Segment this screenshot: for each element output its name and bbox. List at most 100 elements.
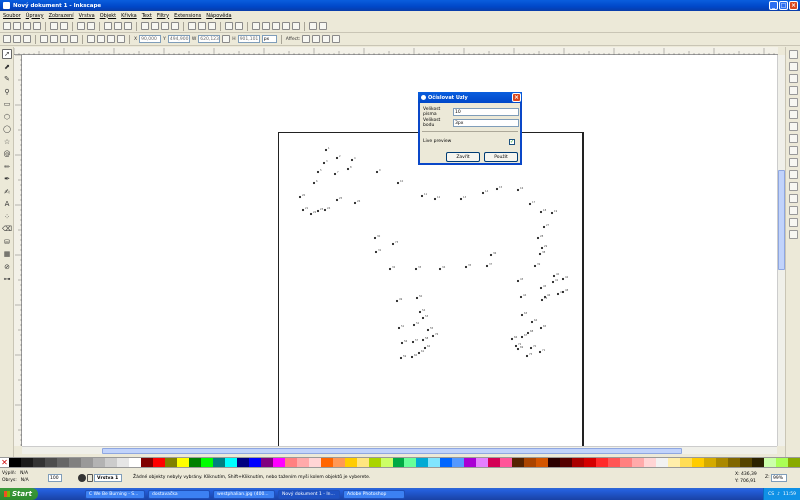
snap-midpoints-icon[interactable] [789, 170, 798, 179]
node-dot[interactable] [412, 323, 416, 327]
color-swatch[interactable] [500, 458, 513, 467]
node-dot[interactable] [540, 298, 544, 302]
node-dot[interactable] [516, 279, 520, 283]
snap-nodes-icon[interactable] [789, 110, 798, 119]
node-dot[interactable] [540, 246, 544, 250]
node-dot[interactable] [391, 242, 395, 246]
node-dots-drawing[interactable]: 123456789101112 131415 161718 1920212223 242… [0, 0, 800, 500]
vertical-scroll-thumb[interactable] [778, 170, 785, 270]
node-dot[interactable] [374, 250, 378, 254]
color-swatch[interactable] [428, 458, 441, 467]
node-dot[interactable] [418, 310, 422, 314]
node-dot[interactable] [485, 264, 489, 268]
node-dot[interactable] [561, 277, 565, 281]
color-swatch[interactable] [344, 458, 357, 467]
node-dot[interactable] [312, 181, 316, 185]
snap-bbox-midpoint-icon[interactable] [789, 98, 798, 107]
color-swatch[interactable] [464, 458, 477, 467]
color-swatch[interactable] [524, 458, 537, 467]
color-swatch[interactable] [9, 458, 21, 467]
node-dot[interactable] [464, 265, 468, 269]
snap-bbox-corner-icon[interactable] [789, 86, 798, 95]
dialog-apply-button[interactable]: Použít [484, 152, 518, 162]
node-dot[interactable] [335, 156, 339, 160]
node-dot[interactable] [529, 346, 533, 350]
color-swatch[interactable] [680, 458, 693, 467]
color-swatch[interactable] [584, 458, 597, 467]
node-dot[interactable] [417, 351, 421, 355]
live-preview-checkbox[interactable]: ✓ [509, 138, 515, 145]
node-dot[interactable] [539, 286, 543, 290]
node-dot[interactable] [397, 326, 401, 330]
node-dot[interactable] [431, 334, 435, 338]
color-swatch[interactable] [560, 458, 573, 467]
color-swatch[interactable] [260, 458, 273, 467]
node-dot[interactable] [399, 356, 403, 360]
color-swatch[interactable] [620, 458, 633, 467]
color-swatch[interactable] [656, 458, 669, 467]
color-swatch[interactable] [392, 458, 405, 467]
color-swatch[interactable] [128, 458, 141, 467]
node-dot[interactable] [481, 191, 485, 195]
color-swatch[interactable] [116, 458, 129, 467]
font-size-input[interactable]: 10 [453, 108, 519, 116]
node-dot[interactable] [324, 148, 328, 152]
node-dot[interactable] [556, 292, 560, 296]
color-swatch[interactable] [356, 458, 369, 467]
node-dot[interactable] [301, 208, 305, 212]
node-dot[interactable] [414, 267, 418, 271]
color-swatch[interactable] [308, 458, 321, 467]
snap-enable-icon[interactable] [789, 50, 798, 59]
node-dot[interactable] [510, 337, 514, 341]
snap-page-border-icon[interactable] [789, 206, 798, 215]
node-dot[interactable] [530, 320, 534, 324]
snap-centers-icon[interactable] [789, 182, 798, 191]
node-dot[interactable] [309, 212, 313, 216]
node-dot[interactable] [333, 172, 337, 176]
color-swatch[interactable] [224, 458, 237, 467]
node-dot[interactable] [400, 341, 404, 345]
node-dot[interactable] [551, 280, 555, 284]
color-swatch[interactable] [152, 458, 165, 467]
color-swatch[interactable] [776, 458, 788, 467]
node-dot[interactable] [514, 344, 518, 348]
node-dot[interactable] [421, 338, 425, 342]
snap-cusp-icon[interactable] [789, 146, 798, 155]
color-swatch[interactable] [68, 458, 81, 467]
node-dot[interactable] [426, 328, 430, 332]
node-dot[interactable] [335, 198, 339, 202]
dot-size-input[interactable]: 3px [453, 119, 519, 127]
vertical-scrollbar[interactable] [777, 55, 785, 446]
horizontal-scroll-thumb[interactable] [102, 448, 682, 454]
node-dot[interactable] [373, 236, 377, 240]
color-swatch[interactable] [80, 458, 93, 467]
node-dot[interactable] [528, 202, 532, 206]
color-swatch[interactable] [20, 458, 33, 467]
color-swatch[interactable] [536, 458, 549, 467]
color-swatch[interactable] [164, 458, 177, 467]
fill-stroke-indicator[interactable]: Výplň: N/A Obrys: N/A [2, 470, 46, 484]
node-dot[interactable] [433, 197, 437, 201]
color-swatch[interactable] [764, 458, 776, 467]
color-swatch[interactable] [248, 458, 261, 467]
node-dot[interactable] [539, 326, 543, 330]
node-dot[interactable] [519, 295, 523, 299]
snap-intersections-icon[interactable] [789, 134, 798, 143]
color-swatch[interactable] [284, 458, 297, 467]
node-dot[interactable] [423, 346, 427, 350]
layer-lock-icon[interactable] [87, 474, 93, 482]
node-dot[interactable] [438, 267, 442, 271]
snap-guides-icon[interactable] [789, 230, 798, 239]
color-swatch[interactable] [488, 458, 501, 467]
node-dot[interactable] [350, 158, 354, 162]
snap-rotation-center-icon[interactable] [789, 194, 798, 203]
node-dot[interactable] [539, 210, 543, 214]
color-swatch[interactable] [752, 458, 765, 467]
node-dot[interactable] [495, 187, 499, 191]
horizontal-scrollbar[interactable] [22, 446, 777, 454]
color-swatch[interactable] [452, 458, 465, 467]
speaker-icon[interactable]: ♪ [777, 492, 780, 497]
snap-grids-icon[interactable] [789, 218, 798, 227]
color-swatch[interactable] [548, 458, 561, 467]
dialog-close-action-button[interactable]: Zavřít [446, 152, 480, 162]
